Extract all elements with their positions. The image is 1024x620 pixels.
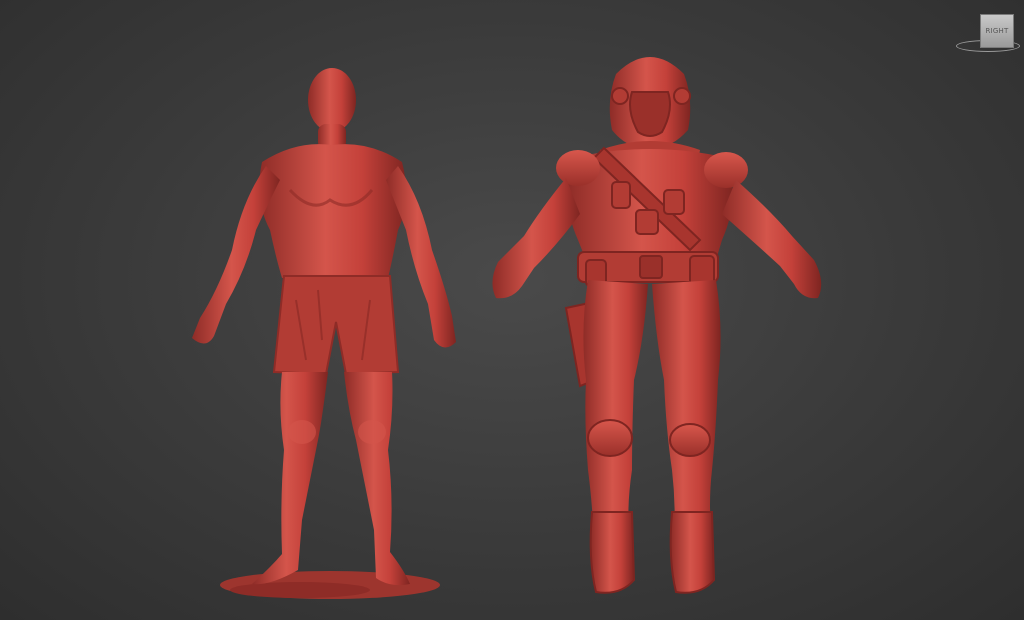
left-leg xyxy=(252,372,328,585)
torso xyxy=(259,144,407,278)
spacesuit-soldier-figure[interactable] xyxy=(492,57,822,594)
human-scan-figure[interactable] xyxy=(192,68,456,599)
right-knee-pad xyxy=(669,423,711,457)
left-boot xyxy=(589,511,636,594)
right-arm xyxy=(386,166,456,348)
head xyxy=(308,68,356,132)
right-leg xyxy=(652,280,721,540)
right-shoulder-pad xyxy=(704,152,748,188)
left-arm xyxy=(192,166,280,344)
left-leg xyxy=(583,280,648,540)
scene-canvas xyxy=(192,57,822,599)
3d-viewport[interactable]: RIGHT xyxy=(0,0,1024,620)
right-arm xyxy=(722,180,822,299)
shorts xyxy=(272,275,400,376)
viewcube[interactable]: RIGHT xyxy=(980,14,1014,48)
right-boot xyxy=(669,511,716,594)
helmet-visor xyxy=(629,91,671,137)
left-shoulder-pad xyxy=(556,150,600,186)
left-knee-pad xyxy=(587,419,633,457)
left-arm xyxy=(492,178,580,299)
viewcube-face-label: RIGHT xyxy=(985,27,1009,35)
right-leg xyxy=(344,372,410,586)
